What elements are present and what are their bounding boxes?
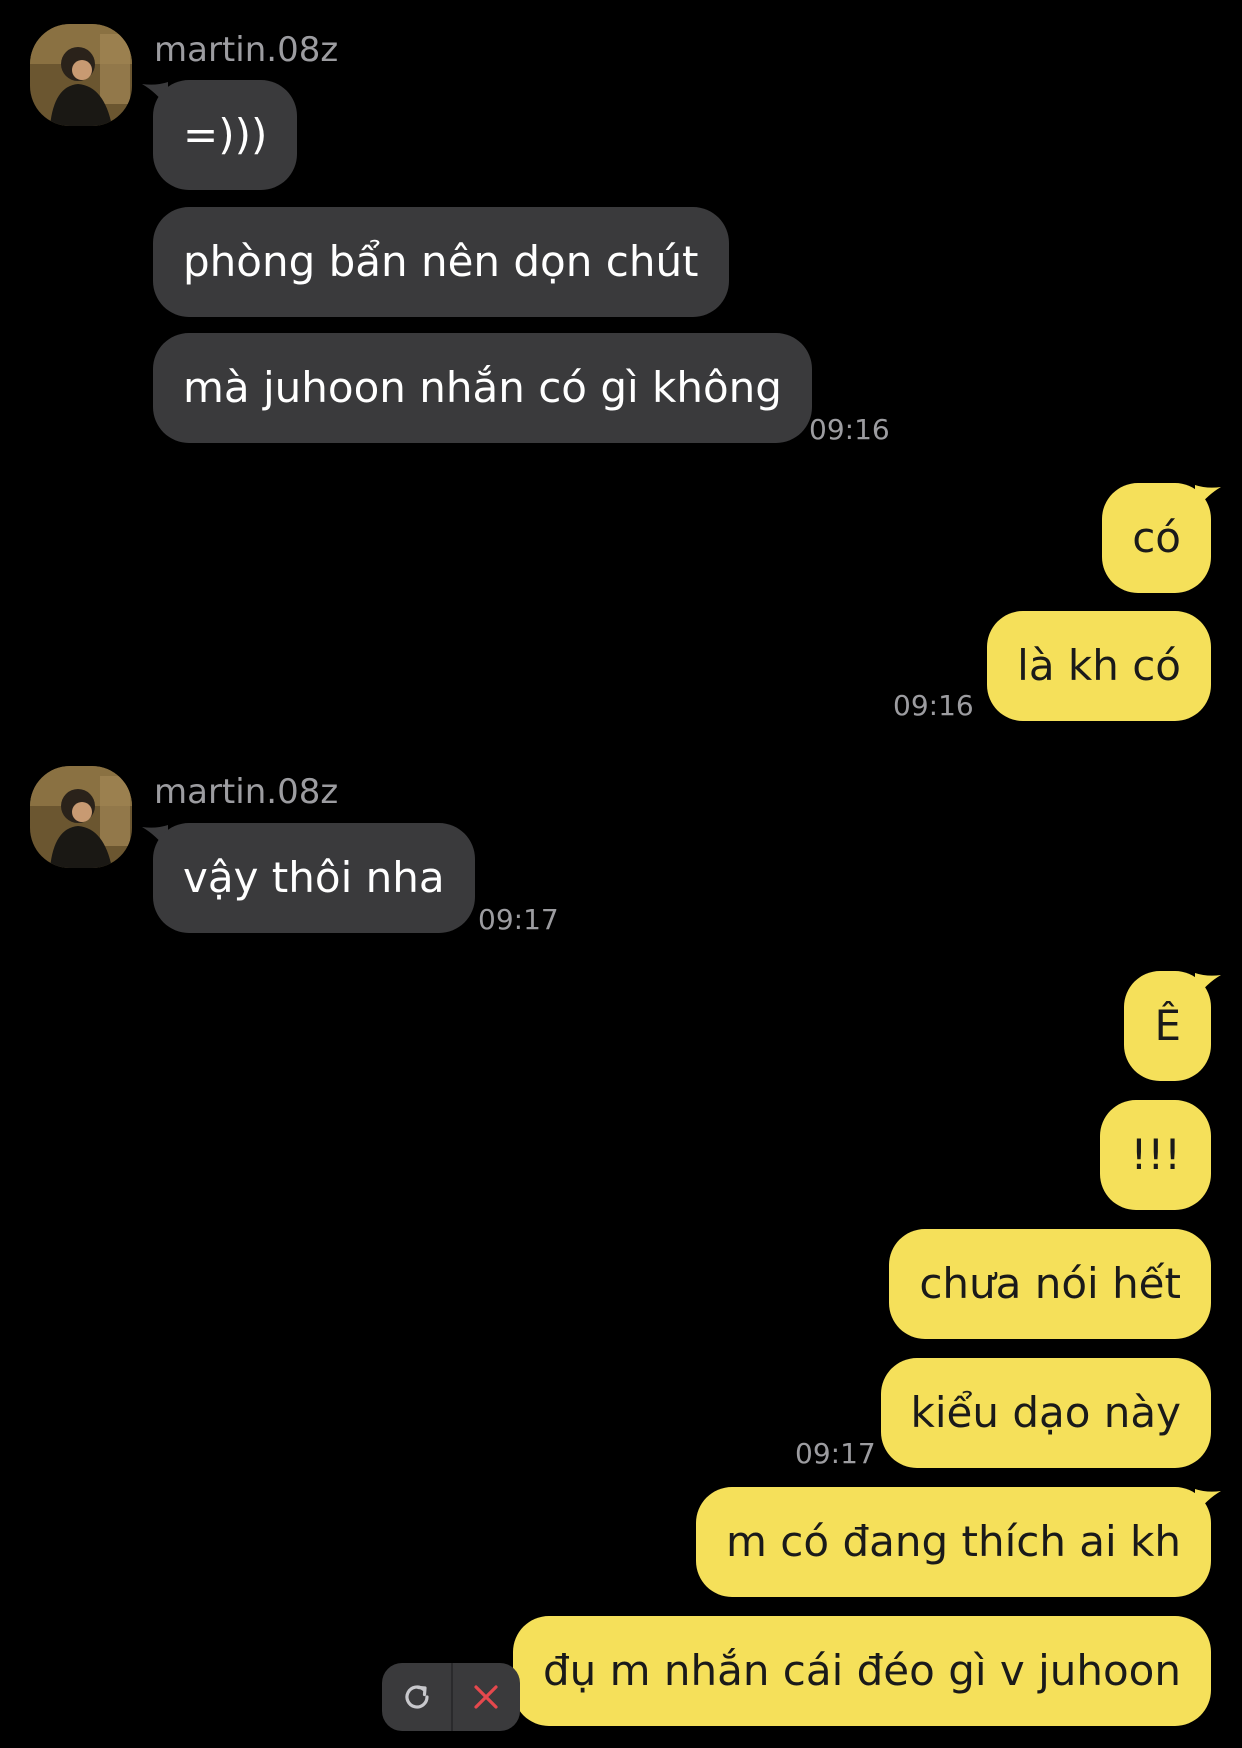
sender-avatar[interactable] xyxy=(30,766,132,868)
outgoing-message[interactable]: Ê xyxy=(1124,971,1211,1081)
failed-message-actions xyxy=(382,1663,520,1731)
sender-avatar[interactable] xyxy=(30,24,132,126)
message-timestamp: 09:16 xyxy=(809,413,890,446)
message-timestamp: 09:16 xyxy=(893,689,974,722)
sender-name: martin.08z xyxy=(154,772,339,812)
outgoing-message[interactable]: là kh có xyxy=(987,611,1211,721)
delete-failed-message-button[interactable] xyxy=(451,1663,520,1731)
chat-thread: martin.08z =))) phòng bẩn nên dọn chút m… xyxy=(0,0,1242,1748)
incoming-message[interactable]: mà juhoon nhắn có gì không xyxy=(153,333,812,443)
incoming-message[interactable]: phòng bẩn nên dọn chút xyxy=(153,207,729,317)
message-timestamp: 09:17 xyxy=(478,903,559,936)
retry-send-button[interactable] xyxy=(382,1663,451,1731)
incoming-message[interactable]: =))) xyxy=(153,80,298,190)
incoming-message[interactable]: vậy thôi nha xyxy=(153,823,475,933)
divider xyxy=(451,1663,453,1731)
avatar-photo xyxy=(30,24,132,126)
outgoing-message[interactable]: kiểu dạo này xyxy=(880,1358,1211,1468)
message-timestamp: 09:17 xyxy=(795,1437,876,1470)
outgoing-message[interactable]: có xyxy=(1102,483,1211,593)
failed-outgoing-message[interactable]: đụ m nhắn cái đéo gì v juhoon xyxy=(512,1616,1211,1726)
sender-name: martin.08z xyxy=(154,30,339,70)
outgoing-message[interactable]: chưa nói hết xyxy=(889,1229,1211,1339)
avatar-photo xyxy=(30,766,132,868)
refresh-icon xyxy=(404,1685,429,1709)
close-icon xyxy=(473,1685,498,1709)
outgoing-message[interactable]: !!! xyxy=(1100,1100,1211,1210)
outgoing-message[interactable]: m có đang thích ai kh xyxy=(696,1487,1211,1597)
